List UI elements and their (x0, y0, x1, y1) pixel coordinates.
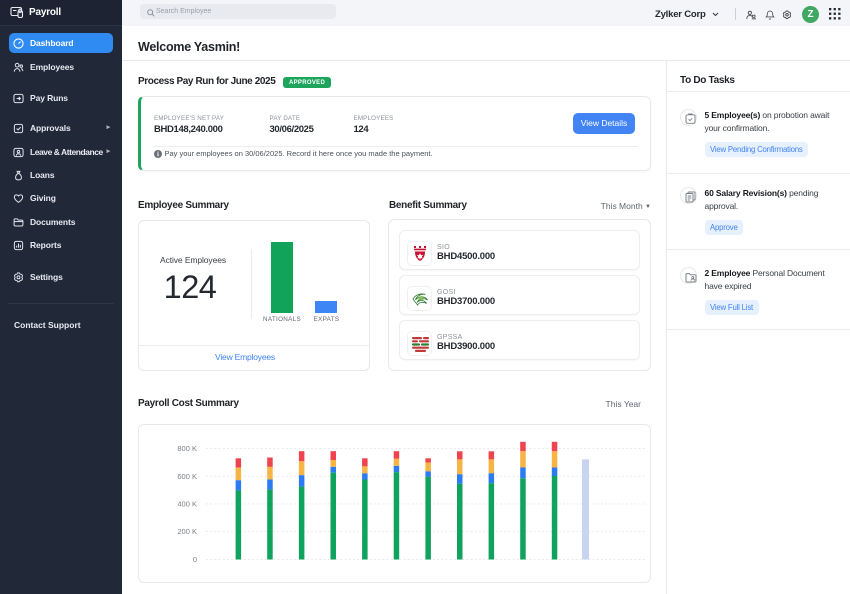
svg-text:800 K: 800 K (177, 444, 197, 453)
svg-text:400 K: 400 K (177, 500, 197, 509)
svg-text:0: 0 (193, 555, 197, 564)
svg-text:200 K: 200 K (177, 527, 197, 536)
svg-text:600 K: 600 K (177, 472, 197, 481)
